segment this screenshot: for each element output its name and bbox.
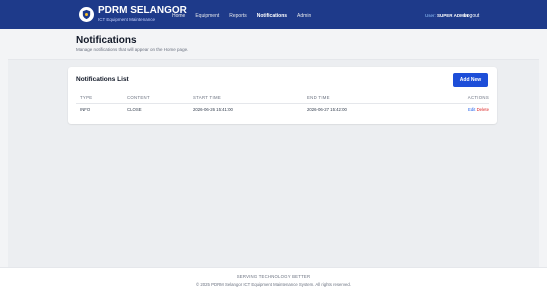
edit-link[interactable]: Edit xyxy=(468,107,475,112)
user-prefix: User: xyxy=(425,13,436,18)
top-navigation-bar: PDRM SELANGOR ICT Equipment Maintenance … xyxy=(0,0,547,29)
notifications-list-title: Notifications List xyxy=(76,76,129,83)
page-title: Notifications xyxy=(76,35,137,46)
cell-end-time: 2026-06-27 15:42:00 xyxy=(307,107,347,112)
nav-reports[interactable]: Reports xyxy=(229,13,247,19)
footer: SERVING TECHNOLOGY BETTER © 2025 PDRM Se… xyxy=(0,267,547,289)
nav-home[interactable]: Home xyxy=(172,13,185,19)
column-header-content: CONTENT xyxy=(127,95,150,100)
cell-type: INFO xyxy=(80,107,91,112)
nav-notifications[interactable]: Notifications xyxy=(257,13,287,19)
cell-start-time: 2026-06-26 15:41:00 xyxy=(193,107,233,112)
shield-logo-icon xyxy=(79,7,94,22)
nav-admin[interactable]: Admin xyxy=(297,13,311,19)
cell-actions: Edit Delete xyxy=(468,107,489,112)
nav-equipment[interactable]: Equipment xyxy=(195,13,219,19)
delete-link[interactable]: Delete xyxy=(477,107,489,112)
footer-tagline: SERVING TECHNOLOGY BETTER xyxy=(236,274,311,279)
table-row: INFO CLOSE 2026-06-26 15:41:00 2026-06-2… xyxy=(76,106,489,116)
column-header-type: TYPE xyxy=(80,95,93,100)
column-header-end-time: END TIME xyxy=(307,95,330,100)
notifications-card: Notifications List Add New TYPE CONTENT … xyxy=(68,67,497,124)
main-nav: Home Equipment Reports Notifications Adm… xyxy=(172,13,311,19)
logout-button[interactable]: Logout xyxy=(464,13,479,19)
brand-subtitle: ICT Equipment Maintenance xyxy=(98,17,155,22)
add-new-button[interactable]: Add New xyxy=(453,73,488,87)
table-header: TYPE CONTENT START TIME END TIME ACTIONS xyxy=(76,94,489,104)
footer-copyright: © 2025 PDRM Selangor ICT Equipment Maint… xyxy=(196,282,351,287)
column-header-actions: ACTIONS xyxy=(467,95,489,100)
current-user: User: SUPER ADMIN xyxy=(425,13,468,18)
column-header-start-time: START TIME xyxy=(193,95,221,100)
page-subtitle: Manage notifications that will appear on… xyxy=(76,47,189,52)
cell-content: CLOSE xyxy=(127,107,142,112)
